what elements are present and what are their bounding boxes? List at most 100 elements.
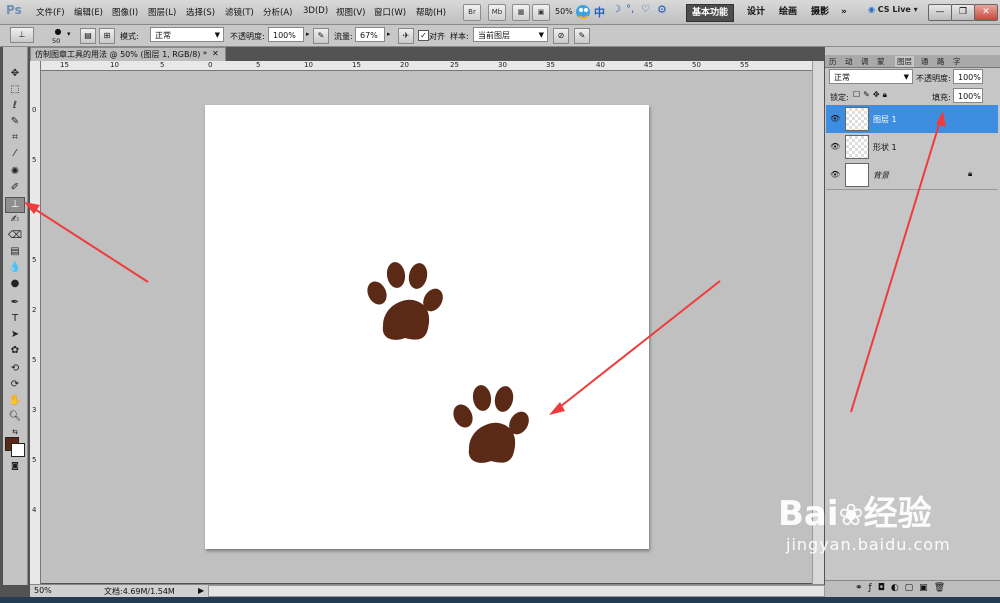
airbrush-icon[interactable]: ✈ [398,28,414,44]
mode-label: 模式: [120,32,139,41]
brush-preview-icon[interactable]: ● [48,27,68,36]
gradient-tool-icon[interactable]: ▤ [6,245,24,259]
document-canvas[interactable] [205,105,649,549]
menu-file[interactable]: 文件(F) [36,6,65,18]
minibridge-button[interactable]: Mb [488,4,506,21]
bridge-button[interactable]: Br [463,4,481,21]
path-select-tool-icon[interactable]: ➤ [6,328,24,342]
hand-tool-icon[interactable]: ✋ [6,394,24,408]
lock-icons[interactable]: ☐✎✥🔒︎ [853,90,890,100]
layer-actions-icons[interactable]: ⚭ƒ◘◐▢▣🗑︎ [855,583,951,593]
menu-edit[interactable]: 编辑(E) [74,6,103,18]
close-tab-icon[interactable]: ✕ [212,49,219,58]
sample-select[interactable]: 当前图层 ▼ [473,27,548,42]
extras-icon[interactable]: ▦ [512,4,530,21]
menu-image[interactable]: 图像(I) [112,6,138,18]
tab-adjustments[interactable]: 调 [861,56,869,67]
horizontal-scrollbar[interactable] [208,585,825,597]
fill-input[interactable]: 100% [953,88,983,103]
tool-preset-stamp-icon[interactable]: ⊥ [10,27,34,43]
tab-layers[interactable]: 图层 [895,56,914,67]
menu-layer[interactable]: 图层(L) [148,6,176,18]
menu-select[interactable]: 选择(S) [186,6,215,18]
eyedropper-tool-icon[interactable]: ⁄ [6,147,24,161]
pen-tool-icon[interactable]: ✒ [6,296,24,310]
background-color-swatch[interactable] [11,443,25,457]
eye-icon[interactable]: 👁︎ [830,142,840,151]
menu-filter[interactable]: 滤镜(T) [225,6,254,18]
document-tab[interactable]: 仿制图章工具的用法 @ 50% (图层 1, RGB/8) * [30,47,226,62]
flow-dropdown-icon[interactable]: ▸ [387,30,391,38]
menu-view[interactable]: 视图(V) [336,6,365,18]
cs-live-button[interactable]: ◉ CS Live ▾ [868,5,918,14]
menu-window[interactable]: 窗口(W) [374,6,406,18]
ime-language[interactable]: 中 [594,4,605,20]
eraser-tool-icon[interactable]: ⌫ [6,229,24,243]
brush-dropdown-icon[interactable]: ▾ [67,30,71,38]
layer-opacity-input[interactable]: 100% [953,69,983,84]
brush-panel-icon[interactable]: ▤ [80,28,96,44]
tab-channels[interactable]: 通 [921,56,929,67]
spot-heal-tool-icon[interactable]: ✺ [6,165,24,179]
opacity-dropdown-icon[interactable]: ▸ [306,30,310,38]
opacity-input[interactable]: 100% [268,27,304,42]
type-tool-icon[interactable]: T [6,312,24,326]
3d-orbit-tool-icon[interactable]: ⟳ [6,378,24,392]
quick-select-tool-icon[interactable]: ✎ [6,115,24,129]
marquee-tool-icon[interactable]: ⬚ [6,83,24,97]
tab-character[interactable]: 字 [953,56,961,67]
align-checkbox[interactable]: ✓ [418,30,429,41]
workspace-paint[interactable]: 绘画 [774,4,802,20]
fill-label: 填充: [932,93,951,102]
close-window-button[interactable]: ✕ [974,4,998,21]
crop-tool-icon[interactable]: ⌗ [6,131,24,145]
quick-mask-icon[interactable]: ◙ [6,459,24,473]
ruler-label: 0 [32,106,37,114]
lasso-tool-icon[interactable]: ℓ [6,99,24,113]
ignore-adjustment-icon[interactable]: ⊘ [553,28,569,44]
tab-paths[interactable]: 路 [937,56,945,67]
restore-button[interactable]: ❐ [951,4,975,21]
mode-select[interactable]: 正常 ▼ [150,27,224,42]
blend-mode-select[interactable]: 正常 ▼ [829,69,913,84]
move-tool-icon[interactable]: ✥ [6,67,24,81]
pressure-opacity-icon[interactable]: ✎ [313,28,329,44]
menu-analysis[interactable]: 分析(A) [263,6,292,18]
ime-skin-icon[interactable]: ♡ [641,4,650,15]
tab-history[interactable]: 历 [829,56,837,67]
layer-row[interactable]: 👁︎ 背景 🔒︎ [826,161,998,190]
layer-row[interactable]: 👁︎ 形状 1 [826,133,998,162]
minimize-button[interactable]: — [928,4,952,21]
menu-help[interactable]: 帮助(H) [416,6,446,18]
opacity-value: 100% [273,31,296,40]
eye-icon[interactable]: 👁︎ [830,170,840,179]
eye-icon[interactable]: 👁︎ [830,114,840,123]
ime-moon-icon[interactable]: ☽ [612,4,621,15]
zoom-level[interactable]: 50% [555,7,573,16]
3d-rotate-tool-icon[interactable]: ⟲ [6,362,24,376]
layer-row[interactable]: 👁︎ 图层 1 [826,105,998,134]
pressure-size-icon[interactable]: ✎ [574,28,590,44]
tab-actions[interactable]: 动 [845,56,853,67]
arrange-docs-icon[interactable]: ▣ [532,4,550,21]
ime-settings-icon[interactable]: ⚙ [657,3,667,16]
tab-masks[interactable]: 蒙 [877,56,885,67]
brush-tool-icon[interactable]: ✐ [6,181,24,195]
menu-3d[interactable]: 3D(D) [303,6,328,16]
flow-input[interactable]: 67% [355,27,385,42]
workspace-photo[interactable]: 摄影 [806,4,834,20]
clone-stamp-tool-icon[interactable]: ⊥ [5,197,25,213]
dodge-tool-icon[interactable]: ● [6,277,24,291]
ime-punct-icon[interactable]: °, [626,4,634,15]
shape-tool-icon[interactable]: ✿ [6,344,24,358]
workspace-basic[interactable]: 基本功能 [686,4,735,22]
workspace-more[interactable]: » [836,4,852,20]
lock-label: 锁定: [830,93,849,102]
clone-source-icon[interactable]: ⊞ [99,28,115,44]
history-brush-tool-icon[interactable]: ✍ [6,213,24,227]
status-menu-arrow-icon[interactable]: ▶ [198,586,204,595]
status-zoom[interactable]: 50% [34,586,52,595]
workspace-design[interactable]: 设计 [742,4,770,20]
blur-tool-icon[interactable]: 💧 [6,261,24,275]
zoom-tool-icon[interactable]: 🔍︎ [6,410,24,424]
